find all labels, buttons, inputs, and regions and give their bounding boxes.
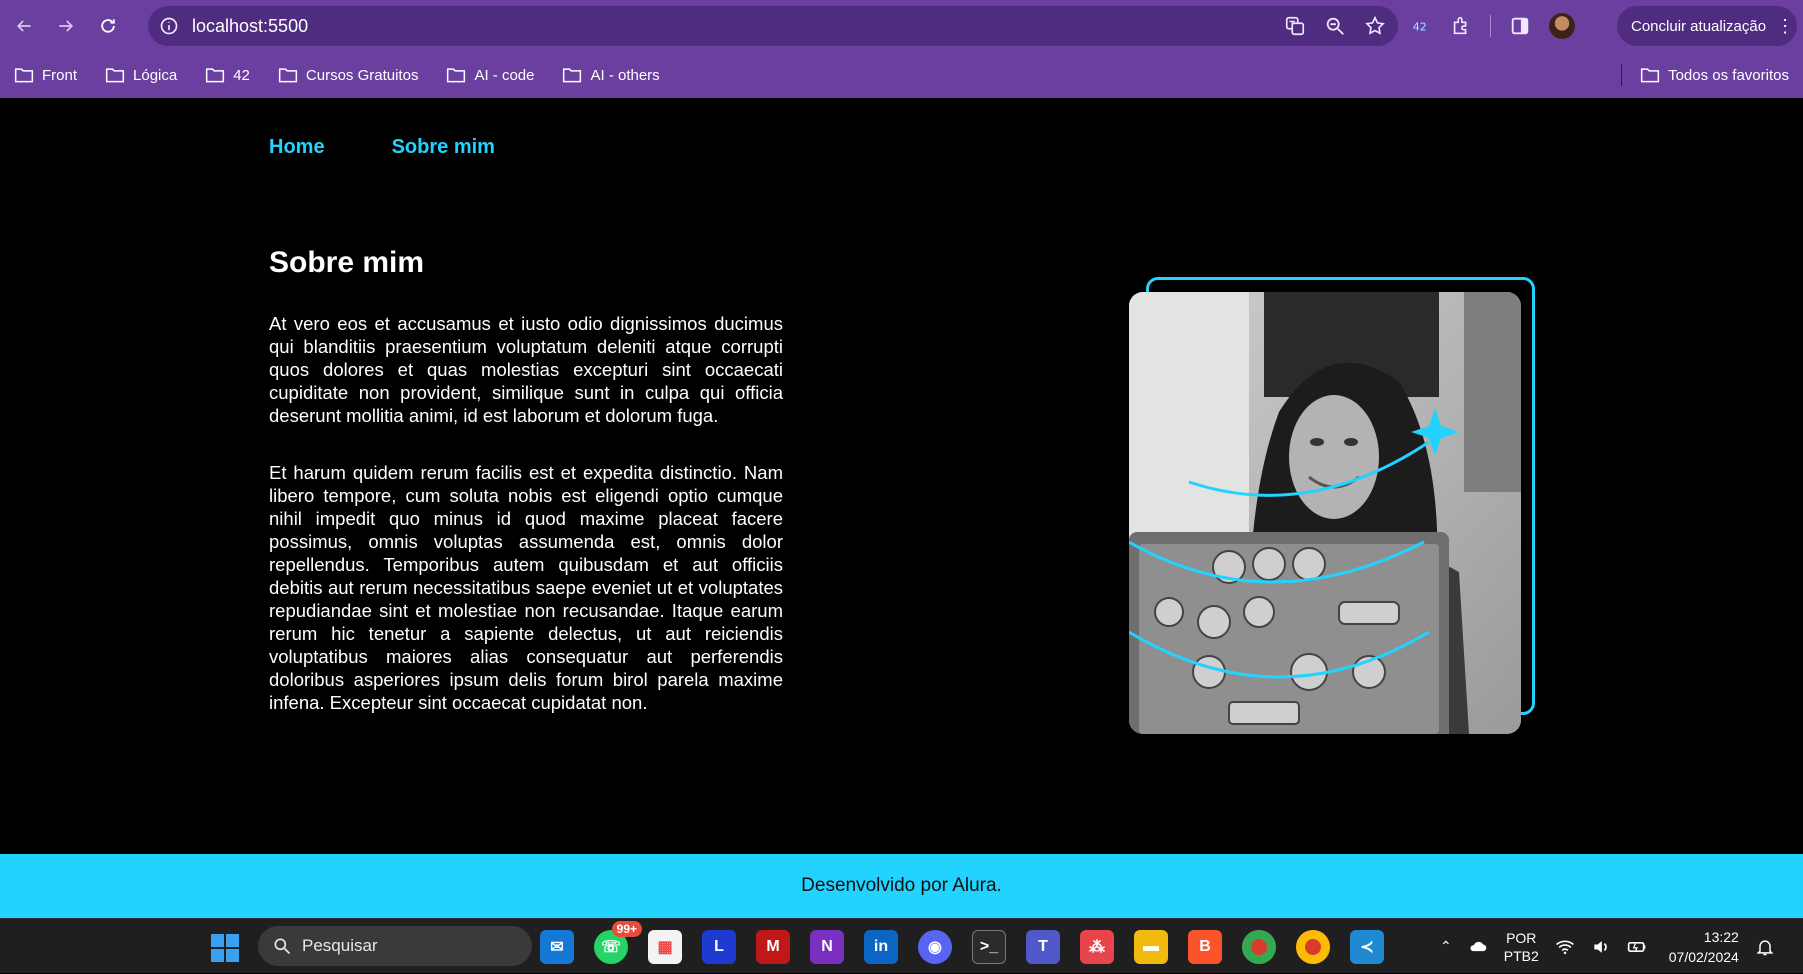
vscode-app-icon[interactable]: ≺ — [1350, 930, 1384, 964]
brave-app-icon[interactable]: B — [1188, 930, 1222, 964]
windows-start-icon[interactable] — [210, 933, 240, 963]
folder-icon — [105, 68, 125, 83]
site-footer: Desenvolvido por Alura. — [0, 854, 1803, 918]
clock-date: 07/02/2024 — [1668, 948, 1739, 965]
arrow-right-icon — [59, 20, 74, 32]
notification-bell-icon[interactable] — [1755, 937, 1775, 957]
taskbar-search[interactable]: Pesquisar — [258, 926, 532, 966]
site-nav: Home Sobre mim — [269, 136, 495, 159]
about-paragraph-1: At vero eos et accusamus et iusto odio d… — [269, 313, 783, 426]
bookmark-label: Lógica — [133, 66, 178, 84]
about-section: Sobre mim At vero eos et accusamus et iu… — [269, 246, 783, 714]
address-bar[interactable]: localhost:5500 — [148, 6, 1398, 46]
bookmark-label: AI - others — [590, 66, 660, 84]
bookmark-star-icon[interactable] — [1364, 15, 1386, 37]
pinned-apps: ✉ ☏ 99+ ▦ L M N in ◉ >_ T ⁂ ▬ B ≺ — [540, 921, 1384, 967]
search-placeholder: Pesquisar — [302, 936, 378, 955]
l-app-icon[interactable]: L — [702, 930, 736, 964]
chevron-up-icon[interactable]: ⌃ — [1440, 938, 1452, 955]
bookmark-label: AI - code — [474, 66, 535, 84]
reload-icon — [101, 19, 115, 33]
wifi-icon[interactable] — [1555, 937, 1575, 957]
forward-button[interactable] — [48, 8, 84, 44]
bookmark-label: 42 — [233, 66, 250, 84]
all-bookmarks-folder[interactable]: Todos os favoritos — [1640, 66, 1789, 84]
chrome-app-icon[interactable] — [1296, 930, 1330, 964]
folder-icon — [1641, 68, 1660, 83]
toolbar-divider — [1490, 15, 1491, 37]
nav-link-sobre-mim[interactable]: Sobre mim — [392, 136, 495, 159]
asana-app-icon[interactable]: ⁂ — [1080, 930, 1114, 964]
chrome-active-app-icon[interactable] — [1242, 930, 1276, 964]
finish-update-label: Concluir atualização — [1631, 17, 1767, 35]
back-button[interactable] — [6, 8, 42, 44]
mail-app-icon[interactable]: ✉ — [540, 930, 574, 964]
windows-taskbar: Pesquisar ✉ ☏ 99+ ▦ L M N in ◉ >_ T ⁂ ▬ B… — [0, 918, 1803, 973]
bookmark-folder-ai-others[interactable]: AI - others — [562, 66, 660, 84]
url-text[interactable]: localhost:5500 — [192, 16, 308, 37]
mcafee-app-icon[interactable]: M — [756, 930, 790, 964]
extension-42-icon[interactable]: 42 — [1410, 15, 1432, 37]
clock[interactable]: 13:22 07/02/2024 — [1669, 927, 1739, 967]
folder-icon — [206, 68, 225, 83]
side-panel-icon[interactable] — [1509, 15, 1531, 37]
bookmark-folder-logica[interactable]: Lógica — [105, 66, 177, 84]
bookmarks-divider — [1621, 64, 1623, 86]
folder-icon — [563, 68, 582, 83]
battery-icon[interactable] — [1627, 937, 1647, 957]
notification-badge: 99+ — [611, 921, 642, 937]
bookmark-folder-front[interactable]: Front — [14, 66, 77, 84]
puzzle-extensions-icon[interactable] — [1450, 15, 1472, 37]
whatsapp-app-icon[interactable]: ☏ 99+ — [594, 921, 642, 964]
bookmark-label: Cursos Gratuitos — [305, 66, 419, 84]
all-bookmarks-label: Todos os favoritos — [1668, 66, 1789, 84]
file-explorer-icon[interactable]: ▬ — [1134, 930, 1168, 964]
bookmark-folder-ai-code[interactable]: AI - code — [446, 66, 534, 84]
folder-icon — [447, 68, 466, 83]
site-info-icon[interactable] — [158, 15, 180, 37]
finish-update-button[interactable]: Concluir atualização ⋮ — [1617, 6, 1797, 46]
bookmark-folder-42[interactable]: 42 — [205, 66, 250, 84]
discord-app-icon[interactable]: ◉ — [918, 930, 952, 964]
system-tray: ⌃ POR PTB2 13:22 07/02/2024 — [1440, 919, 1775, 974]
nav-link-home[interactable]: Home — [269, 136, 325, 159]
footer-text: Desenvolvido por Alura. — [801, 875, 1002, 896]
reload-button[interactable] — [90, 8, 126, 44]
onedrive-cloud-icon[interactable] — [1468, 937, 1488, 957]
clock-time: 13:22 — [1703, 928, 1739, 945]
volume-icon[interactable] — [1591, 937, 1611, 957]
profile-avatar[interactable] — [1549, 13, 1575, 39]
zoom-icon[interactable] — [1324, 15, 1346, 37]
web-page: Home Sobre mim Sobre mim At vero eos et … — [0, 98, 1803, 918]
search-icon — [274, 938, 291, 955]
profile-photo — [1129, 292, 1521, 734]
svg-text:42: 42 — [1413, 21, 1427, 34]
input-language[interactable]: POR PTB2 — [1504, 929, 1539, 965]
bookmarks-bar: Front Lógica 42 Cursos Gratuitos AI - co… — [0, 52, 1803, 98]
page-title: Sobre mim — [269, 246, 425, 279]
folder-icon — [14, 68, 34, 83]
about-paragraph-2: Et harum quidem rerum facilis est et exp… — [269, 462, 783, 713]
folder-icon — [278, 68, 297, 83]
translate-icon[interactable] — [1284, 15, 1306, 37]
microsoft-store-icon[interactable]: ▦ — [648, 930, 682, 964]
teams-app-icon[interactable]: T — [1026, 930, 1060, 964]
bookmark-folder-cursos[interactable]: Cursos Gratuitos — [278, 66, 419, 84]
onenote-app-icon[interactable]: N — [810, 930, 844, 964]
terminal-app-icon[interactable]: >_ — [972, 930, 1006, 964]
bookmark-label: Front — [42, 66, 78, 84]
kebab-menu-icon[interactable]: ⋮ — [1776, 17, 1794, 35]
keyboard-layout: PTB2 — [1503, 947, 1539, 964]
linkedin-app-icon[interactable]: in — [864, 930, 898, 964]
language-code: POR — [1506, 929, 1537, 946]
arrow-left-icon — [16, 20, 31, 32]
browser-toolbar: localhost:5500 42 Concluir atualização ⋮ — [0, 0, 1803, 52]
